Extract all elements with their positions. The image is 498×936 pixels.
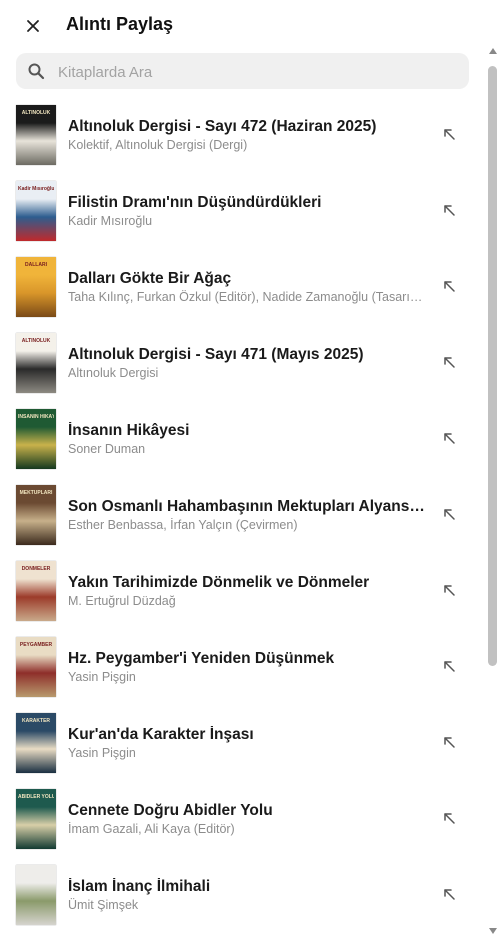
share-arrow-icon[interactable] [441,734,457,750]
book-author: Altınoluk Dergisi [68,366,159,380]
book-list-item[interactable]: DÖNMELER Yakın Tarihimizde Dönmelik ve Dö… [0,553,486,629]
book-list-item[interactable]: ABİDLER YOLU Cennete Doğru Abidler Yolu İm… [0,781,486,857]
book-list-item[interactable]: KARAKTER Kur'an'da Karakter İnşası Yasin P… [0,705,486,781]
book-title: Filistin Dramı'nın Düşündürdükleri [68,194,322,211]
book-title: Yakın Tarihimizde Dönmelik ve Dönmeler [68,574,370,591]
book-author: Kadir Mısıroğlu [68,214,153,228]
book-list-item[interactable]: İslam İnanç İlmihali Ümit Şimşek [0,857,486,933]
book-cover-image: Kadir Mısıroğlu [16,181,56,241]
share-arrow-icon[interactable] [441,582,457,598]
share-arrow-icon[interactable] [441,278,457,294]
book-author: Soner Duman [68,442,146,456]
book-cover-text: ALTINOLUK [21,110,51,116]
search-input[interactable] [56,53,460,91]
book-author: Kolektif, Altınoluk Dergisi (Dergi) [68,138,248,152]
share-arrow-icon[interactable] [441,354,457,370]
search-icon [28,63,45,80]
share-arrow-icon[interactable] [441,430,457,446]
book-cover-image: DÖNMELER [16,561,56,621]
book-list-item[interactable]: ALTINOLUK Altınoluk Dergisi - Sayı 472 (H… [0,97,486,173]
book-cover-text: MEKTUPLARI [19,490,53,496]
book-list-item[interactable]: ALTINOLUK Altınoluk Dergisi - Sayı 471 (M… [0,325,486,401]
book-cover-text: ALTINOLUK [21,338,51,344]
book-list-item[interactable]: DALLARI Dalları Gökte Bir Ağaç Taha Kılınç… [0,249,486,325]
share-arrow-icon[interactable] [441,658,457,674]
book-title: Altınoluk Dergisi - Sayı 472 (Haziran 20… [68,118,377,135]
book-list-item[interactable]: PEYGAMBER Hz. Peygamber'i Yeniden Düşünme… [0,629,486,705]
book-list-item[interactable]: MEKTUPLARI Son Osmanlı Hahambaşının Mektu… [0,477,486,553]
book-title: Son Osmanlı Hahambaşının Mektupları Alya… [68,498,428,515]
book-cover-image: ALTINOLUK [16,105,56,165]
book-cover-text: PEYGAMBER [19,642,53,648]
book-cover-text: İNSANIN HİKÂYESİ [18,414,54,420]
book-title: Altınoluk Dergisi - Sayı 471 (Mayıs 2025… [68,346,364,363]
book-cover-image: MEKTUPLARI [16,485,56,545]
scroll-down-arrow-icon[interactable] [489,928,497,934]
book-cover-image: ALTINOLUK [16,333,56,393]
share-arrow-icon[interactable] [441,126,457,142]
book-title: İslam İnanç İlmihali [68,878,211,895]
book-cover-text: Kadir Mısıroğlu [18,186,54,192]
scrollbar[interactable] [487,46,498,936]
book-cover-text: ABİDLER YOLU [18,794,54,800]
book-title: Hz. Peygamber'i Yeniden Düşünmek [68,650,335,667]
book-cover-text: KARAKTER [21,718,51,724]
book-cover-image: İNSANIN HİKÂYESİ [16,409,56,469]
search-bar[interactable] [16,53,469,91]
book-author: Yasin Pişgin [68,746,136,760]
book-title: Dalları Gökte Bir Ağaç [68,270,232,287]
book-author: Yasin Pişgin [68,670,136,684]
share-arrow-icon[interactable] [441,202,457,218]
header: Alıntı Paylaş [0,0,498,52]
book-cover-text: DALLARI [25,262,47,268]
book-author: Ümit Şimşek [68,898,139,912]
scrollbar-thumb[interactable] [488,66,497,666]
book-title: Kur'an'da Karakter İnşası [68,726,254,743]
book-cover-image: ABİDLER YOLU [16,789,56,849]
book-cover-image: PEYGAMBER [16,637,56,697]
close-icon[interactable] [22,15,44,37]
book-author: Taha Kılınç, Furkan Özkul (Editör), Nadi… [68,290,424,304]
share-arrow-icon[interactable] [441,506,457,522]
book-author: M. Ertuğrul Düzdağ [68,594,176,608]
book-title: Cennete Doğru Abidler Yolu [68,802,273,819]
book-cover-image: DALLARI [16,257,56,317]
share-arrow-icon[interactable] [441,810,457,826]
book-list-item[interactable]: İNSANIN HİKÂYESİ İnsanın Hikâyesi Soner Du… [0,401,486,477]
share-arrow-icon[interactable] [441,886,457,902]
scroll-up-arrow-icon[interactable] [489,48,497,54]
book-list-item[interactable]: Kadir Mısıroğlu Filistin Dramı'nın Düşünd… [0,173,486,249]
book-author: Esther Benbassa, İrfan Yalçın (Çevirmen) [68,518,298,532]
book-title: İnsanın Hikâyesi [68,422,190,439]
book-list: ALTINOLUK Altınoluk Dergisi - Sayı 472 (H… [0,97,486,933]
book-author: İmam Gazali, Ali Kaya (Editör) [68,822,235,836]
book-cover-image: KARAKTER [16,713,56,773]
page-title: Alıntı Paylaş [66,14,174,34]
book-cover-text: DÖNMELER [21,566,51,572]
book-cover-image [16,865,56,925]
